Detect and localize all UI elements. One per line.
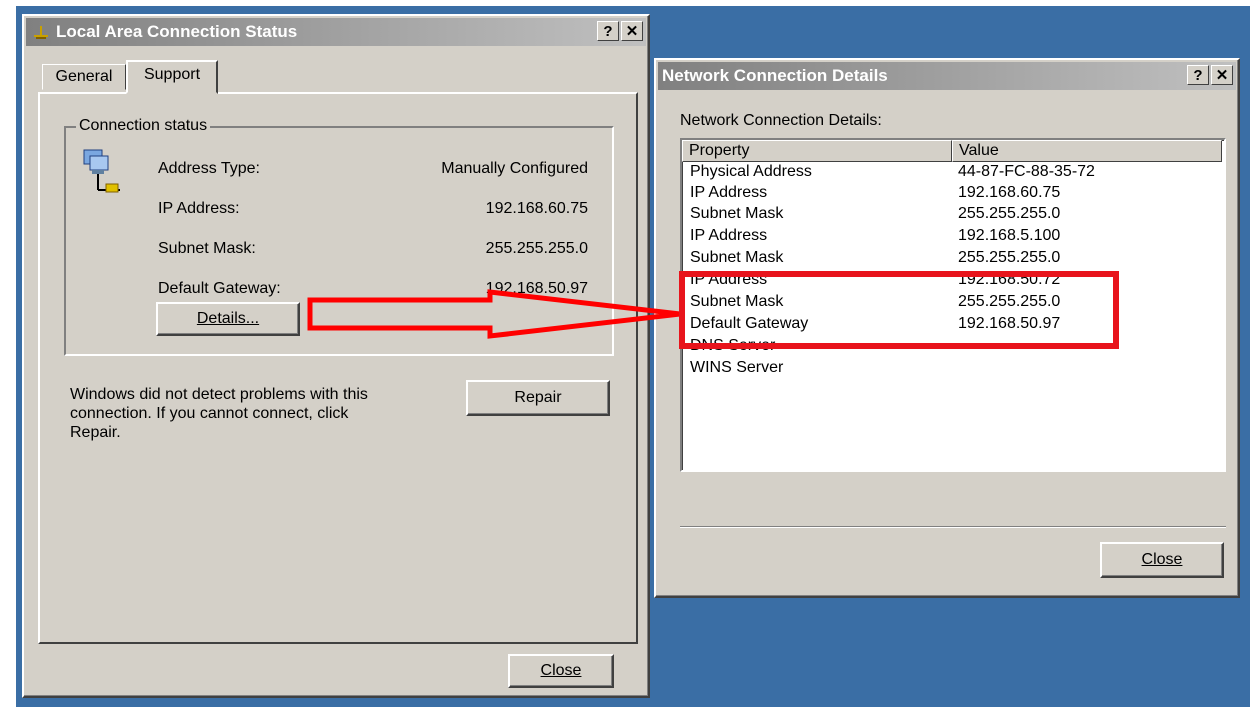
details-button[interactable]: Details... <box>156 302 300 336</box>
separator <box>680 526 1226 528</box>
list-item[interactable]: DNS Server <box>682 336 1224 358</box>
list-item[interactable]: IP Address 192.168.5.100 <box>682 226 1224 248</box>
column-header-value[interactable]: Value <box>952 140 1222 162</box>
close-button[interactable]: Close <box>1100 542 1224 578</box>
list-item[interactable]: Subnet Mask 255.255.255.0 <box>682 248 1224 270</box>
tab-general-label: General <box>55 68 113 85</box>
local-area-connection-status-window: Local Area Connection Status ? ✕ General… <box>22 14 650 698</box>
value-cell: 255.255.255.0 <box>958 293 1061 310</box>
help-button[interactable]: ? <box>597 21 619 41</box>
value-cell: 255.255.255.0 <box>958 205 1061 222</box>
tab-support[interactable]: Support <box>126 60 218 94</box>
close-button[interactable]: Close <box>508 654 614 688</box>
column-header-property[interactable]: Property <box>682 140 952 162</box>
value-cell: 192.168.50.72 <box>958 271 1061 288</box>
property-cell: WINS Server <box>690 359 784 376</box>
tab-general[interactable]: General <box>42 64 126 90</box>
field-label-address-type: Address Type: <box>158 160 260 177</box>
details-list[interactable]: Property Value Physical Address 44-87-FC-… <box>680 138 1226 472</box>
field-label-default-gateway: Default Gateway: <box>158 280 281 297</box>
property-cell: Default Gateway <box>690 315 809 332</box>
value-cell: 192.168.5.100 <box>958 227 1061 244</box>
repair-button[interactable]: Repair <box>466 380 610 416</box>
status-message-line-1: Windows did not detect problems with thi… <box>70 386 368 403</box>
property-cell: Physical Address <box>690 163 812 180</box>
property-cell: Subnet Mask <box>690 293 784 310</box>
value-cell: 192.168.50.97 <box>958 315 1061 332</box>
property-cell: IP Address <box>690 227 768 244</box>
value-cell: 44-87-FC-88-35-72 <box>958 163 1095 180</box>
title-bar[interactable]: Network Connection Details ? ✕ <box>658 62 1236 90</box>
list-item[interactable]: Subnet Mask 255.255.255.0 <box>682 204 1224 226</box>
network-connection-icon <box>32 24 50 40</box>
property-cell: Subnet Mask <box>690 205 784 222</box>
close-icon[interactable]: ✕ <box>621 21 643 41</box>
value-cell: 255.255.255.0 <box>958 249 1061 266</box>
list-item[interactable]: WINS Server <box>682 358 1224 380</box>
list-item[interactable]: Physical Address 44-87-FC-88-35-72 <box>682 162 1224 184</box>
repair-button-label: Repair <box>514 389 562 406</box>
property-cell: IP Address <box>690 184 768 201</box>
property-cell: DNS Server <box>690 337 776 354</box>
field-value-default-gateway: 192.168.50.97 <box>485 280 588 297</box>
window-title: Local Area Connection Status <box>56 22 298 41</box>
value-cell: 192.168.60.75 <box>958 184 1061 201</box>
group-label: Connection status <box>76 117 211 135</box>
property-cell: IP Address <box>690 271 768 288</box>
network-computers-icon <box>80 146 124 198</box>
field-value-address-type: Manually Configured <box>441 160 588 177</box>
field-value-subnet-mask: 255.255.255.0 <box>485 240 588 257</box>
network-connection-details-window: Network Connection Details ? ✕ Network C… <box>654 58 1240 598</box>
close-button-label: Close <box>540 662 582 679</box>
list-item[interactable]: Subnet Mask 255.255.255.0 <box>682 292 1224 314</box>
close-button-label: Close <box>1141 551 1183 568</box>
field-label-ip-address: IP Address: <box>158 200 240 217</box>
details-button-label: Details... <box>196 310 260 327</box>
property-cell: Subnet Mask <box>690 249 784 266</box>
list-item[interactable]: IP Address 192.168.50.72 <box>682 270 1224 292</box>
details-label: Network Connection Details: <box>680 112 882 129</box>
field-label-subnet-mask: Subnet Mask: <box>158 240 256 257</box>
help-button[interactable]: ? <box>1187 65 1209 85</box>
status-message-line-3: Repair. <box>70 424 121 441</box>
list-item[interactable]: IP Address 192.168.60.75 <box>682 183 1224 205</box>
title-bar[interactable]: Local Area Connection Status ? ✕ <box>26 18 646 46</box>
tab-support-label: Support <box>143 66 201 83</box>
close-icon[interactable]: ✕ <box>1211 65 1233 85</box>
status-message-line-2: connection. If you cannot connect, click <box>70 405 349 422</box>
list-item[interactable]: Default Gateway 192.168.50.97 <box>682 314 1224 336</box>
field-value-ip-address: 192.168.60.75 <box>485 200 588 217</box>
window-title: Network Connection Details <box>662 66 888 85</box>
